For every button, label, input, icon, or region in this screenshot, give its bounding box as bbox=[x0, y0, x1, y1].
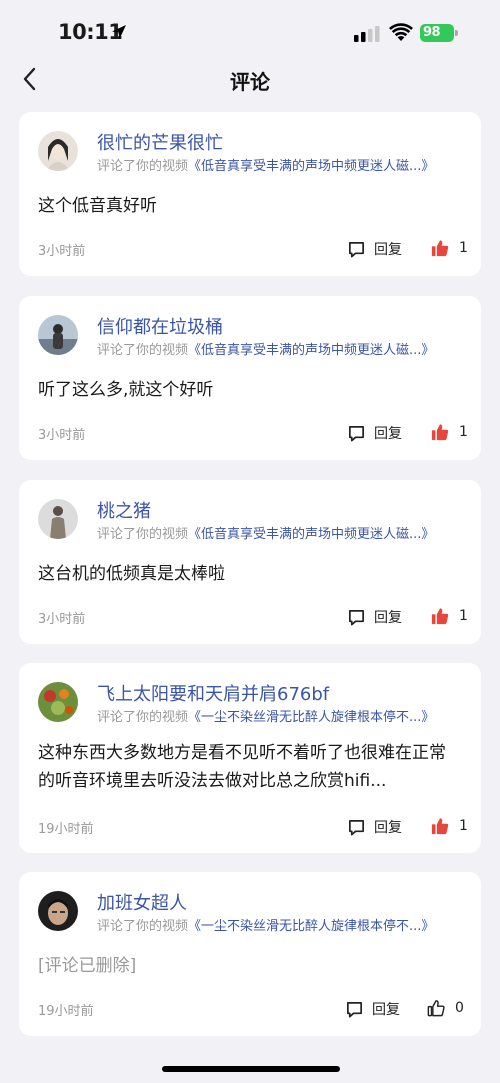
reply-label: 回复 bbox=[374, 426, 402, 442]
reply-label: 回复 bbox=[374, 820, 402, 836]
like-button[interactable]: 1 bbox=[431, 423, 468, 441]
comment-context: 评论了你的视频《低音真享受丰满的声场中频更迷人磁...》 bbox=[97, 339, 434, 358]
action-text: 评论了你的视频 bbox=[97, 343, 189, 358]
video-title-link[interactable]: 《一尘不染丝滑无比醉人旋律根本停不...》 bbox=[188, 710, 434, 725]
reply-label: 回复 bbox=[374, 242, 402, 258]
comment-card: 信仰都在垃圾桶 评论了你的视频《低音真享受丰满的声场中频更迷人磁...》 听了这… bbox=[19, 296, 481, 460]
battery-level: 98 bbox=[423, 25, 441, 40]
comment-card: 桃之猪 评论了你的视频《低音真享受丰满的声场中频更迷人磁...》 这台机的低频真… bbox=[19, 480, 481, 644]
action-text: 评论了你的视频 bbox=[97, 159, 189, 174]
like-button[interactable]: 1 bbox=[431, 239, 468, 257]
avatar[interactable] bbox=[38, 682, 78, 722]
video-title-link[interactable]: 《低音真享受丰满的声场中频更迷人磁...》 bbox=[188, 527, 434, 542]
comment-card: 很忙的芒果很忙 评论了你的视频《低音真享受丰满的声场中频更迷人磁...》 这个低… bbox=[19, 112, 481, 276]
comment-card: 加班女超人 评论了你的视频《一尘不染丝滑无比醉人旋律根本停不...》 [评论已删… bbox=[19, 872, 481, 1036]
reply-button[interactable]: 回复 bbox=[347, 817, 402, 837]
reply-button[interactable]: 回复 bbox=[345, 999, 400, 1019]
like-count: 1 bbox=[459, 818, 468, 834]
comment-time: 3小时前 bbox=[38, 612, 86, 627]
reply-button[interactable]: 回复 bbox=[347, 239, 402, 259]
reply-label: 回复 bbox=[374, 610, 402, 626]
wifi-icon bbox=[389, 23, 413, 41]
location-arrow-icon bbox=[112, 25, 126, 39]
comment-context: 评论了你的视频《低音真享受丰满的声场中频更迷人磁...》 bbox=[97, 523, 434, 542]
like-count: 1 bbox=[459, 608, 468, 624]
action-text: 评论了你的视频 bbox=[97, 527, 189, 542]
like-button[interactable]: 1 bbox=[431, 817, 468, 835]
battery-indicator: 98 bbox=[420, 24, 458, 42]
comment-text: 听了这么多,就这个好听 bbox=[38, 380, 214, 400]
like-button[interactable]: 0 bbox=[427, 999, 464, 1017]
comment-deleted-text: [评论已删除] bbox=[38, 956, 137, 976]
reply-label: 回复 bbox=[372, 1002, 400, 1018]
like-count: 1 bbox=[459, 424, 468, 440]
comment-card: 飞上太阳要和天肩并肩676bf 评论了你的视频《一尘不染丝滑无比醉人旋律根本停不… bbox=[19, 663, 481, 853]
user-name[interactable]: 桃之猪 bbox=[97, 497, 151, 523]
user-name[interactable]: 信仰都在垃圾桶 bbox=[97, 313, 223, 339]
nav-bar: 评论 bbox=[0, 60, 500, 100]
comment-bubble-icon bbox=[348, 425, 365, 441]
video-title-link[interactable]: 《低音真享受丰满的声场中频更迷人磁...》 bbox=[188, 159, 434, 174]
comment-bubble-icon bbox=[348, 609, 365, 625]
avatar[interactable] bbox=[38, 131, 78, 171]
avatar[interactable] bbox=[38, 315, 78, 355]
reply-button[interactable]: 回复 bbox=[347, 607, 402, 627]
video-title-link[interactable]: 《低音真享受丰满的声场中频更迷人磁...》 bbox=[188, 343, 434, 358]
comment-context: 评论了你的视频《一尘不染丝滑无比醉人旋律根本停不...》 bbox=[97, 915, 434, 934]
comment-text: 这种东西大多数地方是看不见听不着听了也很难在正常的听音环境里去听没法去做对比总之… bbox=[38, 743, 446, 791]
reply-button[interactable]: 回复 bbox=[347, 423, 402, 443]
cellular-signal-icon bbox=[354, 26, 380, 42]
avatar[interactable] bbox=[38, 499, 78, 539]
thumbs-up-filled-icon bbox=[431, 240, 449, 257]
action-text: 评论了你的视频 bbox=[97, 710, 189, 725]
thumbs-up-filled-icon bbox=[431, 818, 449, 835]
comment-time: 19小时前 bbox=[38, 1004, 94, 1019]
comment-time: 3小时前 bbox=[38, 244, 86, 259]
like-count: 1 bbox=[459, 240, 468, 256]
status-bar: 10:11 98 bbox=[0, 0, 500, 60]
comment-bubble-icon bbox=[348, 241, 365, 257]
comment-context: 评论了你的视频《一尘不染丝滑无比醉人旋律根本停不...》 bbox=[97, 706, 434, 725]
comment-time: 19小时前 bbox=[38, 822, 94, 837]
user-name[interactable]: 很忙的芒果很忙 bbox=[97, 129, 223, 155]
user-name[interactable]: 飞上太阳要和天肩并肩676bf bbox=[97, 680, 329, 706]
comment-bubble-icon bbox=[346, 1001, 363, 1017]
comment-bubble-icon bbox=[348, 819, 365, 835]
video-title-link[interactable]: 《一尘不染丝滑无比醉人旋律根本停不...》 bbox=[188, 919, 434, 934]
thumbs-up-filled-icon bbox=[431, 608, 449, 625]
user-name[interactable]: 加班女超人 bbox=[97, 889, 187, 915]
comment-time: 3小时前 bbox=[38, 428, 86, 443]
home-indicator bbox=[162, 1066, 340, 1072]
like-count: 0 bbox=[455, 1000, 464, 1016]
action-text: 评论了你的视频 bbox=[97, 919, 189, 934]
thumbs-up-filled-icon bbox=[431, 424, 449, 441]
avatar[interactable] bbox=[38, 891, 78, 931]
comment-text: 这台机的低频真是太棒啦 bbox=[38, 564, 225, 584]
page-title: 评论 bbox=[230, 70, 270, 94]
comment-context: 评论了你的视频《低音真享受丰满的声场中频更迷人磁...》 bbox=[97, 155, 434, 174]
like-button[interactable]: 1 bbox=[431, 607, 468, 625]
thumbs-up-outline-icon bbox=[427, 1000, 445, 1017]
comment-text: 这个低音真好听 bbox=[38, 196, 157, 216]
